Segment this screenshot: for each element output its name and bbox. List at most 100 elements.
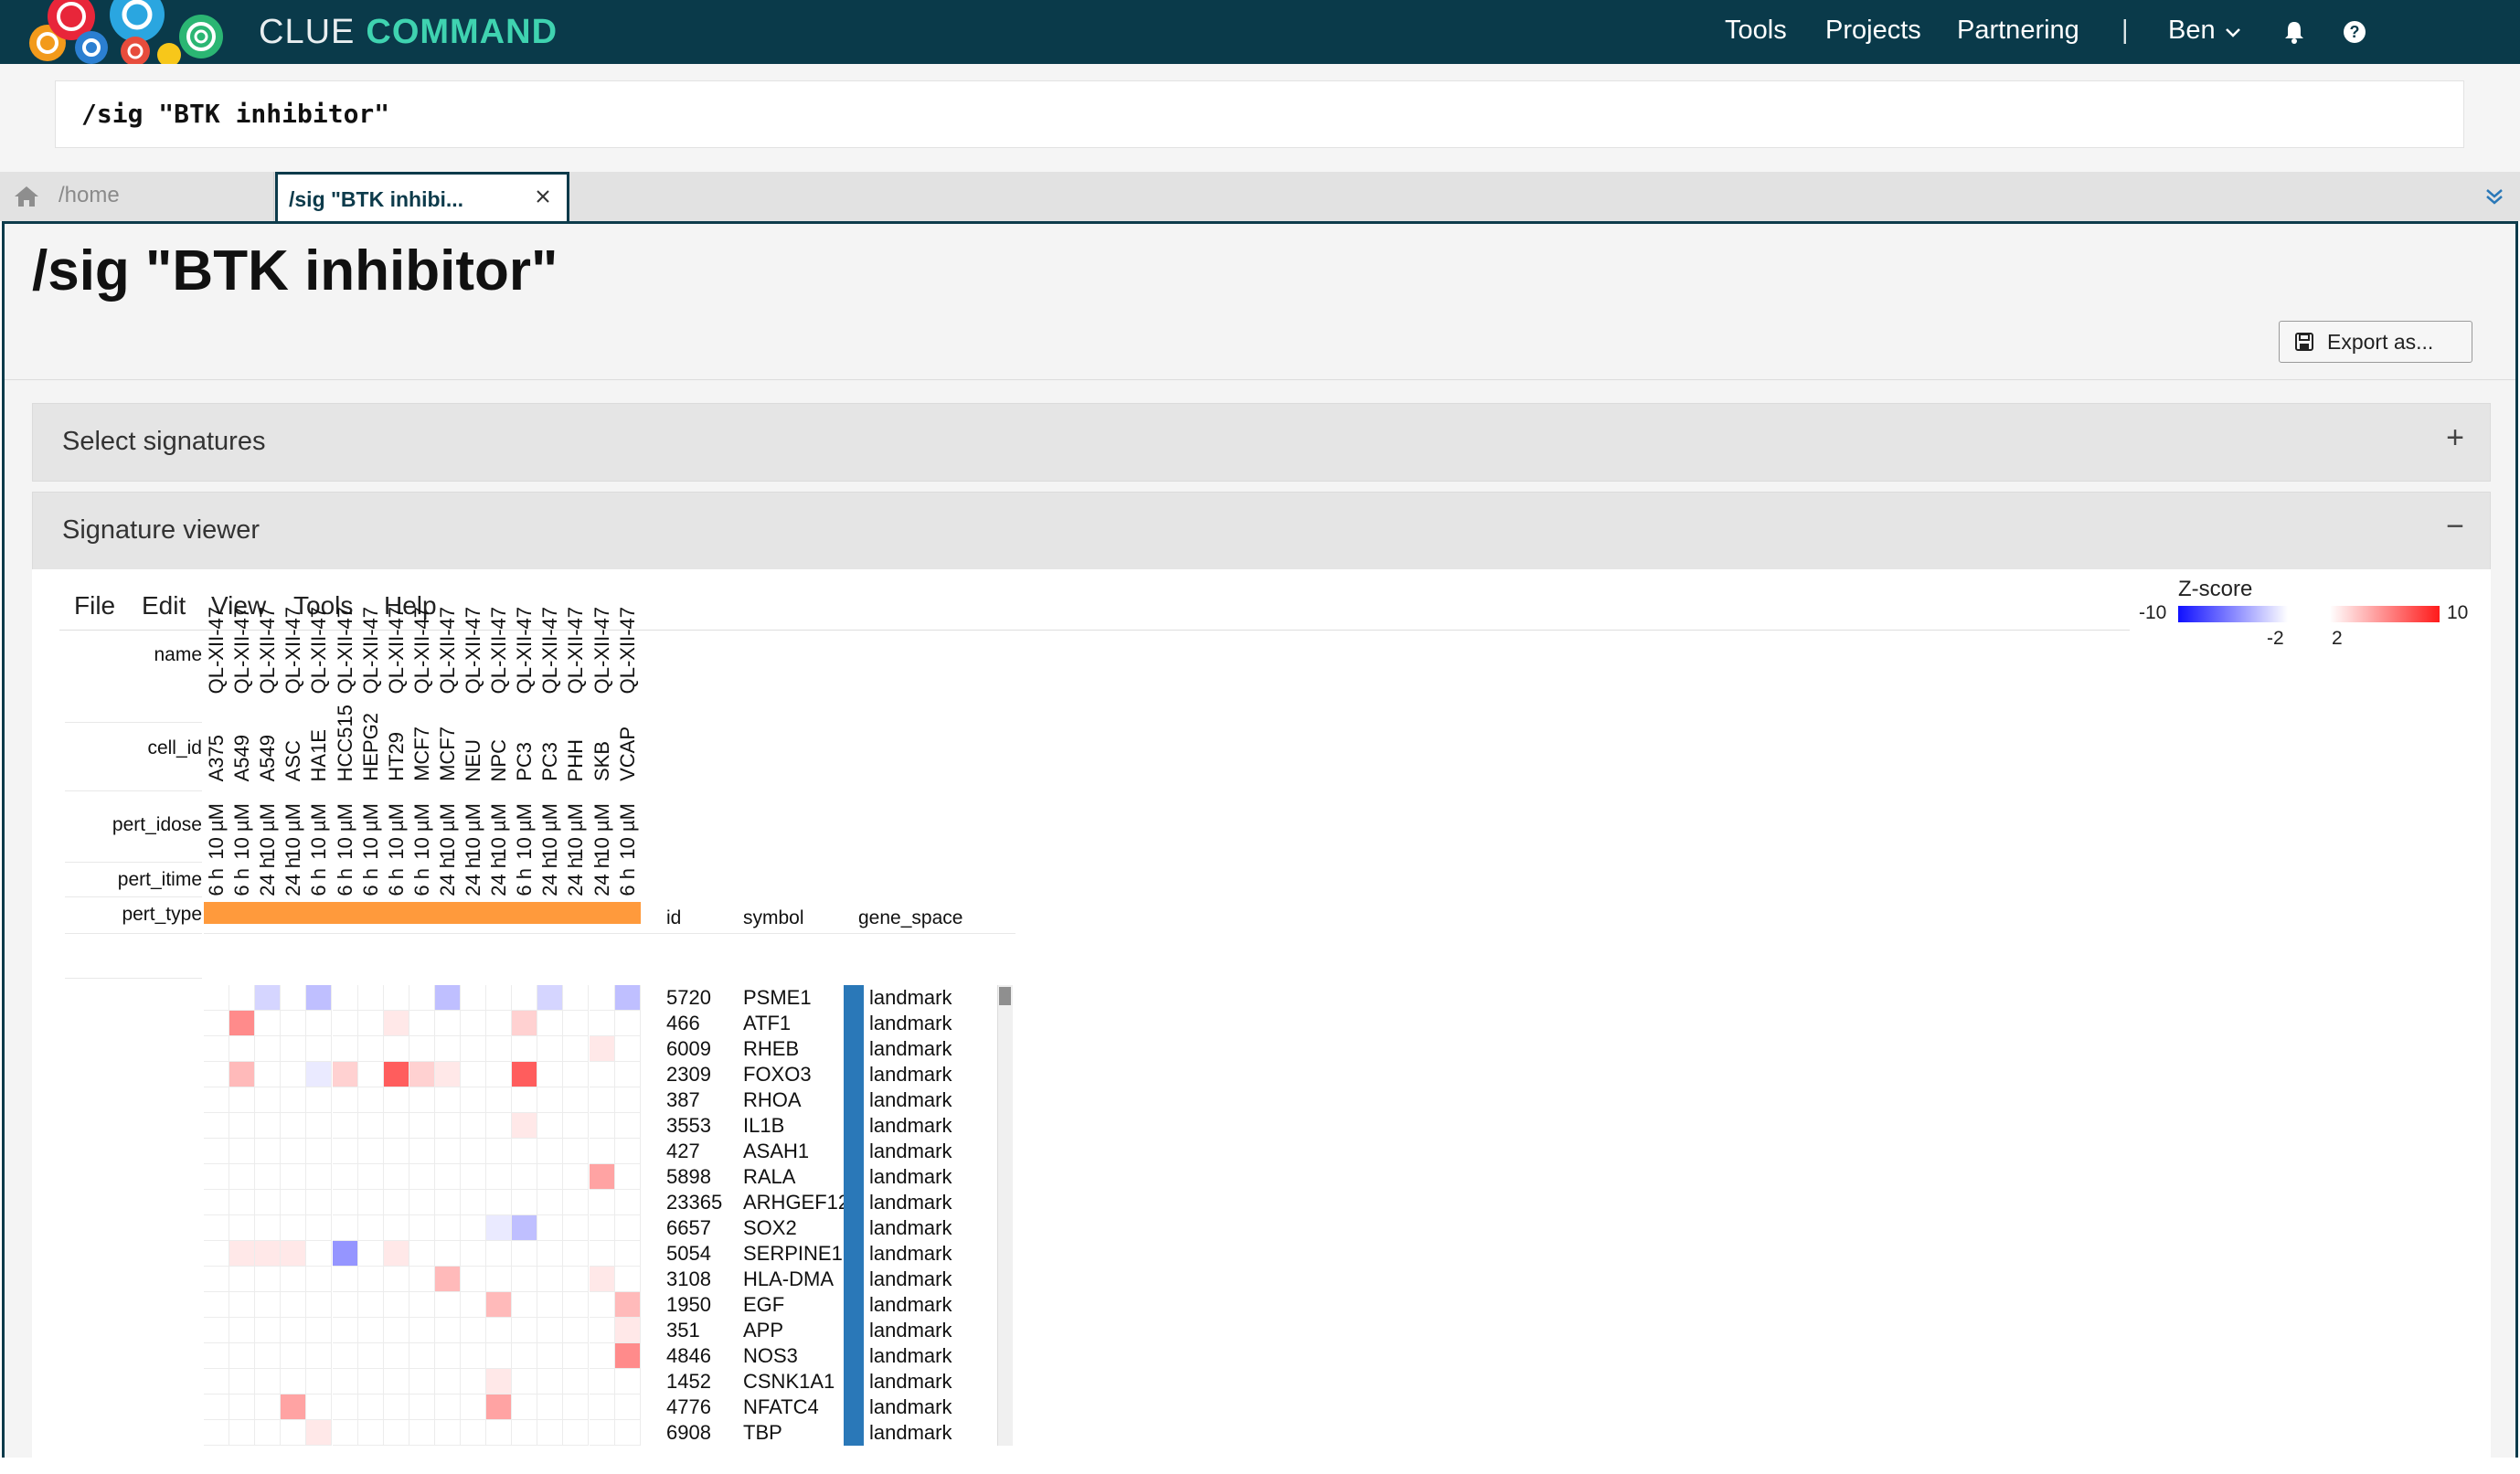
heatmap-cell[interactable]	[486, 985, 513, 1011]
heatmap-cell[interactable]	[589, 1062, 615, 1087]
heatmap-cell[interactable]	[409, 1318, 435, 1343]
heatmap-cell[interactable]	[486, 1318, 513, 1343]
heatmap-cell[interactable]	[255, 1241, 282, 1267]
heatmap-cell[interactable]	[255, 1292, 282, 1318]
heatmap-cell[interactable]	[281, 1394, 307, 1420]
heatmap-cell[interactable]	[486, 1036, 513, 1062]
heatmap-cell[interactable]	[281, 1215, 307, 1241]
heatmap-cell[interactable]	[255, 1369, 282, 1394]
heatmap-cell[interactable]	[306, 1011, 333, 1036]
heatmap-cell[interactable]	[306, 985, 333, 1011]
heatmap-cell[interactable]	[306, 1420, 333, 1446]
heatmap-cell[interactable]	[357, 1241, 384, 1267]
heatmap-cell[interactable]	[306, 1113, 333, 1139]
heatmap-cell[interactable]	[229, 1318, 256, 1343]
heatmap-cell[interactable]	[537, 1343, 564, 1369]
heatmap-cell[interactable]	[255, 1420, 282, 1446]
heatmap-cell[interactable]	[409, 1420, 435, 1446]
heatmap-cell[interactable]	[614, 1087, 641, 1113]
heatmap-cell[interactable]	[357, 1343, 384, 1369]
heatmap-cell[interactable]	[332, 1139, 358, 1164]
heatmap-cell[interactable]	[204, 1164, 229, 1190]
heatmap-cell[interactable]	[537, 1420, 564, 1446]
heatmap-cell[interactable]	[409, 1164, 435, 1190]
heatmap-cell[interactable]	[461, 1343, 486, 1369]
heatmap-cell[interactable]	[306, 1369, 333, 1394]
heatmap-cell[interactable]	[281, 1190, 307, 1215]
heatmap-cell[interactable]	[255, 1139, 282, 1164]
heatmap-cell[interactable]	[614, 1267, 641, 1292]
heatmap-cell[interactable]	[486, 1369, 513, 1394]
heatmap-cell[interactable]	[589, 1318, 615, 1343]
heatmap-cell[interactable]	[204, 1369, 229, 1394]
heatmap-cell[interactable]	[461, 1267, 486, 1292]
heatmap-cell[interactable]	[434, 1267, 461, 1292]
heatmap-cell[interactable]	[357, 1062, 384, 1087]
heatmap-cell[interactable]	[563, 1011, 590, 1036]
heatmap-cell[interactable]	[383, 1369, 409, 1394]
heatmap-cell[interactable]	[383, 1036, 409, 1062]
heatmap-cell[interactable]	[383, 1318, 409, 1343]
scrollbar-thumb[interactable]	[999, 987, 1011, 1005]
nav-tools[interactable]: Tools	[1725, 16, 1787, 46]
heatmap-cell[interactable]	[434, 1369, 461, 1394]
heatmap-cell[interactable]	[204, 1062, 229, 1087]
heatmap-cell[interactable]	[563, 1267, 590, 1292]
heatmap-cell[interactable]	[409, 1215, 435, 1241]
heatmap-cell[interactable]	[357, 1164, 384, 1190]
heatmap-cell[interactable]	[537, 1087, 564, 1113]
heatmap-cell[interactable]	[281, 1011, 307, 1036]
heatmap-cell[interactable]	[281, 1420, 307, 1446]
heatmap-cell[interactable]	[255, 1113, 282, 1139]
heatmap-cell[interactable]	[229, 1062, 256, 1087]
heatmap-cell[interactable]	[332, 1011, 358, 1036]
heatmap-cell[interactable]	[512, 1369, 538, 1394]
heatmap-cell[interactable]	[512, 1267, 538, 1292]
heatmap-cell[interactable]	[512, 1139, 538, 1164]
heatmap-cell[interactable]	[332, 1292, 358, 1318]
heatmap-cell[interactable]	[229, 985, 256, 1011]
heatmap-cell[interactable]	[614, 1369, 641, 1394]
heatmap-cell[interactable]	[255, 1164, 282, 1190]
heatmap-cell[interactable]	[383, 1241, 409, 1267]
heatmap-cell[interactable]	[409, 1011, 435, 1036]
heatmap-cell[interactable]	[434, 1011, 461, 1036]
heatmap-cell[interactable]	[281, 1292, 307, 1318]
heatmap-cell[interactable]	[614, 1394, 641, 1420]
heatmap-cell[interactable]	[204, 985, 229, 1011]
heatmap-cell[interactable]	[383, 1394, 409, 1420]
nav-partnering[interactable]: Partnering	[1957, 16, 2079, 46]
chevron-down-icon[interactable]	[2223, 23, 2243, 43]
heatmap-cell[interactable]	[281, 1087, 307, 1113]
heatmap-cell[interactable]	[512, 985, 538, 1011]
heatmap-cell[interactable]	[255, 1394, 282, 1420]
heatmap-cell[interactable]	[563, 1190, 590, 1215]
heatmap-cell[interactable]	[306, 1087, 333, 1113]
heatmap-cell[interactable]	[486, 1164, 513, 1190]
heatmap-cell[interactable]	[306, 1267, 333, 1292]
heatmap-cell[interactable]	[332, 985, 358, 1011]
heatmap-cell[interactable]	[537, 1062, 564, 1087]
heatmap-cell[interactable]	[589, 1292, 615, 1318]
heatmap-cell[interactable]	[614, 1318, 641, 1343]
heatmap-cell[interactable]	[614, 1420, 641, 1446]
scrollbar[interactable]	[997, 985, 1013, 1446]
heatmap-cell[interactable]	[614, 1011, 641, 1036]
heatmap-cell[interactable]	[512, 1292, 538, 1318]
heatmap-cell[interactable]	[563, 1036, 590, 1062]
heatmap-cell[interactable]	[204, 1215, 229, 1241]
heatmap-cell[interactable]	[332, 1241, 358, 1267]
heatmap-cell[interactable]	[563, 985, 590, 1011]
heatmap-cell[interactable]	[589, 1113, 615, 1139]
heatmap-cell[interactable]	[357, 1087, 384, 1113]
heatmap-cell[interactable]	[537, 1241, 564, 1267]
heatmap-cell[interactable]	[486, 1011, 513, 1036]
heatmap-cell[interactable]	[357, 985, 384, 1011]
heatmap-cell[interactable]	[563, 1087, 590, 1113]
heatmap-cell[interactable]	[614, 1215, 641, 1241]
panel-select-signatures[interactable]: Select signatures +	[32, 403, 2491, 482]
heatmap-cell[interactable]	[255, 1036, 282, 1062]
heatmap-cell[interactable]	[255, 985, 282, 1011]
heatmap-cell[interactable]	[537, 1011, 564, 1036]
heatmap-cell[interactable]	[229, 1241, 256, 1267]
